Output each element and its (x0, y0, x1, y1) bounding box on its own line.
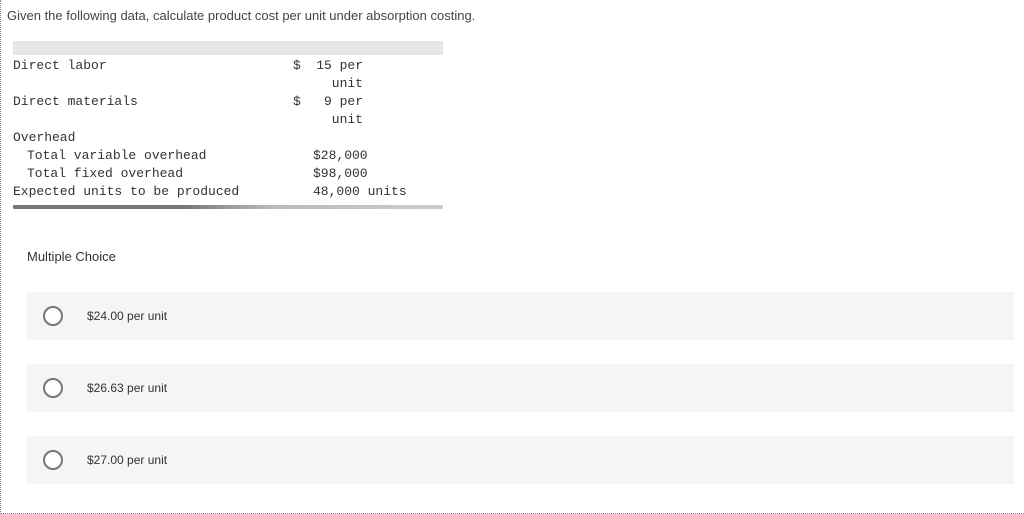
question-prompt: Given the following data, calculate prod… (5, 8, 1020, 23)
table-row: Expected units to be produced 48,000 uni… (13, 183, 1020, 201)
row-label: Direct labor (13, 57, 293, 93)
table-row: Direct labor $ 15 per unit (13, 57, 1020, 93)
currency-symbol (293, 165, 313, 183)
mc-option-label: $27.00 per unit (87, 453, 167, 467)
row-label: Direct materials (13, 93, 293, 129)
mc-option-1[interactable]: $26.63 per unit (27, 364, 1014, 412)
table-divider (13, 205, 443, 209)
currency-symbol (293, 147, 313, 165)
currency-symbol: $ (293, 93, 313, 129)
row-value: 15 per unit (313, 57, 433, 93)
table-row: Total variable overhead $28,000 (13, 147, 1020, 165)
radio-icon (43, 306, 63, 326)
row-value: $28,000 (313, 147, 433, 165)
table-row: Total fixed overhead $98,000 (13, 165, 1020, 183)
radio-icon (43, 450, 63, 470)
table-row: Overhead (13, 129, 1020, 147)
table-header-shade (13, 41, 443, 55)
currency-symbol: $ (293, 57, 313, 93)
row-label: Total fixed overhead (13, 165, 293, 183)
row-value: 48,000 units (313, 183, 433, 201)
row-label: Total variable overhead (13, 147, 293, 165)
table-row: Direct materials $ 9 per unit (13, 93, 1020, 129)
mc-option-label: $26.63 per unit (87, 381, 167, 395)
row-value: 9 per unit (313, 93, 433, 129)
row-value: $98,000 (313, 165, 433, 183)
radio-icon (43, 378, 63, 398)
row-label: Expected units to be produced (13, 183, 293, 201)
multiple-choice-heading: Multiple Choice (27, 249, 1020, 264)
mc-option-2[interactable]: $27.00 per unit (27, 436, 1014, 484)
mc-option-0[interactable]: $24.00 per unit (27, 292, 1014, 340)
row-label: Overhead (13, 129, 293, 147)
data-table: Direct labor $ 15 per unit Direct materi… (13, 41, 1020, 209)
mc-option-label: $24.00 per unit (87, 309, 167, 323)
currency-symbol (293, 183, 313, 201)
